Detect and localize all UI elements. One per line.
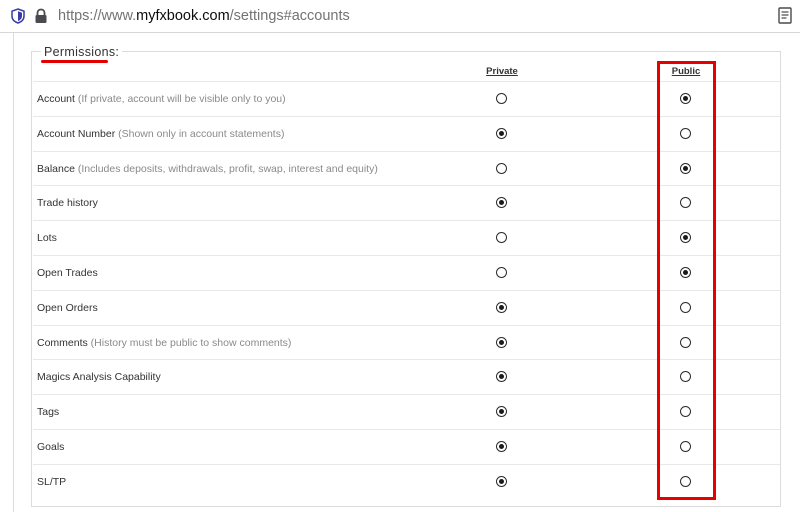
private-radio[interactable] xyxy=(496,406,507,418)
page-content: Permissions: Private Public Account (If … xyxy=(0,33,800,512)
permission-label: Account (If private, account will be vis… xyxy=(37,82,286,116)
shield-icon[interactable] xyxy=(10,8,26,24)
permission-label: Balance (Includes deposits, withdrawals,… xyxy=(37,152,378,186)
private-radio[interactable] xyxy=(496,301,507,313)
reader-view-icon[interactable] xyxy=(778,7,792,24)
private-radio[interactable] xyxy=(496,127,507,139)
public-radio[interactable] xyxy=(680,232,691,244)
permission-hint: (If private, account will be visible onl… xyxy=(74,93,286,105)
permission-label: Comments (History must be public to show… xyxy=(37,326,291,360)
permission-row: Lots xyxy=(33,220,780,255)
permission-name: Balance xyxy=(37,162,75,175)
private-radio[interactable] xyxy=(496,93,507,104)
column-header-private: Private xyxy=(486,66,518,77)
lock-icon[interactable] xyxy=(34,8,48,24)
permission-label: Open Orders xyxy=(37,291,98,325)
permission-row: Open Orders xyxy=(33,289,780,325)
permission-row: Balance (Includes deposits, withdrawals,… xyxy=(33,150,780,186)
public-radio[interactable] xyxy=(680,475,691,487)
permission-row: Magics Analysis Capability xyxy=(33,359,780,394)
permission-row: Open Trades xyxy=(33,255,780,290)
permission-name: Magics Analysis Capability xyxy=(37,371,161,384)
permission-row: Tags xyxy=(33,394,780,429)
permission-name: Lots xyxy=(37,232,57,245)
permission-label: Account Number (Shown only in account st… xyxy=(37,117,284,151)
permission-name: Goals xyxy=(37,441,65,453)
permission-label: Goals xyxy=(37,430,64,464)
permission-hint: (Shown only in account statements) xyxy=(115,127,285,140)
url-prefix: https://www. xyxy=(58,8,137,24)
permission-name: Trade history xyxy=(37,197,98,210)
private-radio[interactable] xyxy=(496,336,507,348)
private-radio[interactable] xyxy=(496,267,507,278)
permission-row: Goals xyxy=(33,429,780,464)
permission-name: Open Trades xyxy=(37,267,98,279)
permission-name: Tags xyxy=(37,406,60,419)
permission-row: SL/TP xyxy=(33,463,780,499)
permission-hint: (Includes deposits, withdrawals, profit,… xyxy=(74,162,378,175)
content-divider xyxy=(13,33,14,512)
private-radio[interactable] xyxy=(496,162,507,174)
permission-hint: (History must be public to show comments… xyxy=(87,336,292,349)
public-radio[interactable] xyxy=(680,406,691,418)
permission-label: Open Trades xyxy=(37,256,98,290)
private-radio[interactable] xyxy=(496,371,507,383)
permission-label: Lots xyxy=(37,221,57,255)
public-radio[interactable] xyxy=(680,301,691,313)
permission-label: SL/TP xyxy=(37,465,66,499)
legend-annotation-underline xyxy=(41,60,108,63)
permission-name: Open Orders xyxy=(37,301,98,314)
public-radio[interactable] xyxy=(680,336,691,348)
url-path: /settings#accounts xyxy=(229,8,350,24)
public-radio[interactable] xyxy=(680,162,691,174)
browser-window: https://www.myfxbook.com/settings#accoun… xyxy=(0,0,800,512)
permission-label: Tags xyxy=(37,395,59,429)
private-radio[interactable] xyxy=(496,197,507,209)
address-bar[interactable]: https://www.myfxbook.com/settings#accoun… xyxy=(0,0,800,33)
permissions-legend: Permissions: xyxy=(41,45,123,59)
permission-label: Magics Analysis Capability xyxy=(37,360,161,394)
permission-name: Comments xyxy=(37,336,88,349)
url-field[interactable]: https://www.myfxbook.com/settings#accoun… xyxy=(58,7,350,25)
permission-row: Trade history xyxy=(33,185,780,220)
permission-row: Comments (History must be public to show… xyxy=(33,324,780,360)
public-radio[interactable] xyxy=(680,441,691,452)
permission-row: Account (If private, account will be vis… xyxy=(33,81,780,116)
permission-name: Account xyxy=(37,93,75,105)
public-radio[interactable] xyxy=(680,371,691,383)
private-radio[interactable] xyxy=(496,441,507,452)
permission-row: Account Number (Shown only in account st… xyxy=(33,115,780,151)
public-radio[interactable] xyxy=(680,197,691,209)
private-radio[interactable] xyxy=(496,232,507,244)
public-radio[interactable] xyxy=(680,93,691,104)
private-radio[interactable] xyxy=(496,475,507,487)
url-domain: myfxbook.com xyxy=(136,8,230,24)
column-header-public: Public xyxy=(671,66,701,77)
permission-name: Account Number xyxy=(37,127,116,140)
permission-name: SL/TP xyxy=(37,475,67,488)
permission-label: Trade history xyxy=(37,186,98,220)
public-radio[interactable] xyxy=(680,127,691,139)
public-radio[interactable] xyxy=(680,267,691,278)
